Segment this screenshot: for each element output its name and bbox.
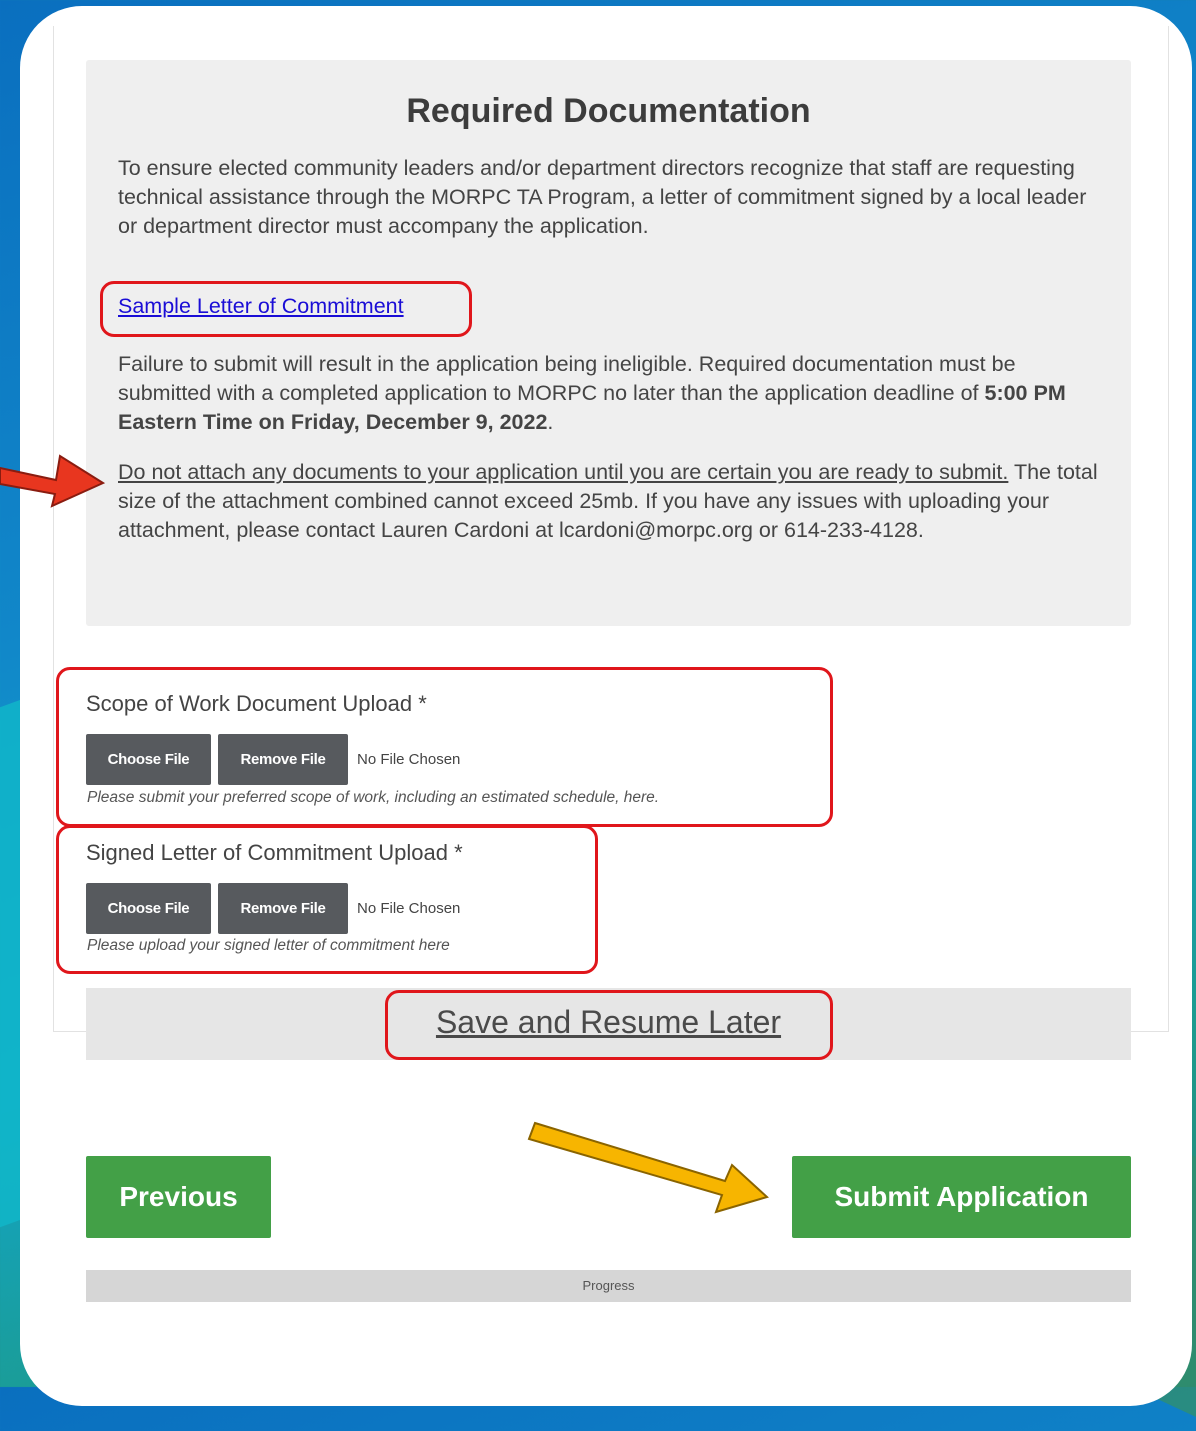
letter-upload-label: Signed Letter of Commitment Upload * [86, 840, 463, 866]
submit-application-button[interactable]: Submit Application [792, 1156, 1131, 1238]
scope-choose-file-button[interactable]: Choose File [86, 734, 211, 785]
required-mark: * [454, 840, 463, 865]
yellow-arrow-icon [527, 1121, 769, 1214]
scope-file-status: No File Chosen [357, 751, 461, 768]
scope-upload-label: Scope of Work Document Upload * [86, 691, 427, 717]
scope-upload-hint: Please submit your preferred scope of wo… [87, 789, 660, 806]
required-documentation-panel: Required Documentation To ensure elected… [86, 60, 1131, 626]
scope-upload-label-text: Scope of Work Document Upload [86, 691, 413, 716]
annotation-box [385, 990, 833, 1060]
progress-bar: Progress [86, 1270, 1131, 1302]
intro-text: To ensure elected community leaders and/… [118, 156, 1087, 238]
section-title: Required Documentation [406, 92, 811, 130]
letter-remove-file-button[interactable]: Remove File [218, 883, 348, 934]
failure-text-end: . [547, 410, 554, 434]
warning-underlined: Do not attach any documents to your appl… [118, 460, 1009, 484]
letter-file-status: No File Chosen [357, 900, 461, 917]
previous-button[interactable]: Previous [86, 1156, 271, 1238]
annotation-box [100, 281, 472, 337]
required-mark: * [418, 691, 427, 716]
red-arrow-icon [0, 454, 106, 508]
warning-text: Do not attach any documents to your appl… [118, 458, 1098, 545]
scope-remove-file-button[interactable]: Remove File [218, 734, 348, 785]
letter-choose-file-button[interactable]: Choose File [86, 883, 211, 934]
letter-upload-label-text: Signed Letter of Commitment Upload [86, 840, 448, 865]
failure-text: Failure to submit will result in the app… [118, 350, 1098, 437]
letter-upload-hint: Please upload your signed letter of comm… [87, 937, 450, 954]
failure-text-body: Failure to submit will result in the app… [118, 352, 1016, 405]
